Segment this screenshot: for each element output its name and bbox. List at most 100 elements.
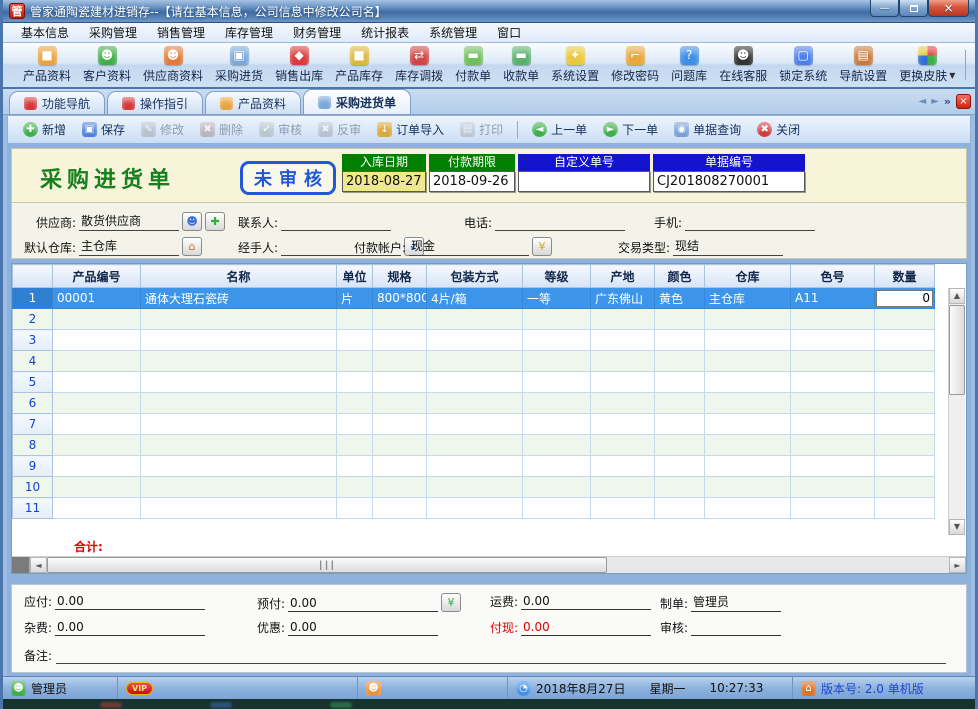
cell-origin[interactable]: [591, 498, 655, 519]
scroll-right-icon[interactable]: ►: [949, 557, 966, 573]
cell-grade[interactable]: [523, 435, 591, 456]
cell-color-no[interactable]: [791, 414, 875, 435]
cell-qty[interactable]: [875, 372, 935, 393]
people-picker-icon[interactable]: ☻: [182, 212, 202, 231]
cell-unit[interactable]: [337, 393, 373, 414]
grid-empty-row[interactable]: 6: [13, 393, 935, 414]
toolbar-button-customer-info[interactable]: ☻客户资料: [77, 44, 137, 86]
cell-qty[interactable]: [875, 456, 935, 477]
cell-color[interactable]: [655, 309, 705, 330]
doc-button-close[interactable]: ✖关闭: [750, 118, 807, 141]
grid-row[interactable]: 100001通体大理石瓷砖片800*8004片/箱一等广东佛山黄色主仓库A110: [13, 288, 935, 309]
cell-packing[interactable]: [427, 351, 523, 372]
vscroll-thumb[interactable]: [949, 305, 965, 395]
cell-origin[interactable]: [591, 393, 655, 414]
account-picker-icon[interactable]: ¥: [532, 237, 552, 256]
cell-code[interactable]: [53, 309, 141, 330]
tab-guide[interactable]: 操作指引: [107, 91, 203, 114]
cell-warehouse[interactable]: [705, 351, 791, 372]
cell-color[interactable]: [655, 498, 705, 519]
cell-color[interactable]: 黄色: [655, 288, 705, 309]
cell-unit[interactable]: [337, 351, 373, 372]
menu-item-purchase-mgmt[interactable]: 采购管理: [79, 22, 147, 43]
cell-origin[interactable]: [591, 372, 655, 393]
cell-origin[interactable]: [591, 414, 655, 435]
cell-spec[interactable]: [373, 330, 427, 351]
header-field-value-bill-no[interactable]: CJ201808270001: [653, 171, 805, 192]
footer-input-freight[interactable]: 0.00: [521, 594, 651, 610]
column-header-spec[interactable]: 规格: [373, 265, 427, 288]
cell-name[interactable]: [141, 309, 337, 330]
doc-button-prev[interactable]: ◄上一单: [525, 118, 594, 141]
cell-name[interactable]: [141, 435, 337, 456]
tab-scroll-right-icon[interactable]: ►: [931, 96, 939, 107]
toolbar-button-purchase-in[interactable]: ▣采购进货: [209, 44, 269, 86]
cell-color[interactable]: [655, 372, 705, 393]
cell-origin[interactable]: 广东佛山: [591, 288, 655, 309]
grid-empty-row[interactable]: 2: [13, 309, 935, 330]
cell-origin[interactable]: [591, 309, 655, 330]
cell-unit[interactable]: [337, 372, 373, 393]
toolbar-button-supplier-info[interactable]: ☻供应商资料: [137, 44, 209, 86]
doc-button-import-order[interactable]: ↓订单导入: [370, 118, 451, 141]
cell-name[interactable]: [141, 351, 337, 372]
toolbar-button-lock-system[interactable]: ▢锁定系统: [773, 44, 833, 86]
cell-origin[interactable]: [591, 477, 655, 498]
footer-input-payable[interactable]: 0.00: [55, 594, 205, 610]
toolbar-button-nav-settings[interactable]: ▤导航设置: [833, 44, 893, 86]
cell-warehouse[interactable]: [705, 477, 791, 498]
cell-code[interactable]: 00001: [53, 288, 141, 309]
cell-code[interactable]: [53, 477, 141, 498]
menu-item-inventory-mgmt[interactable]: 库存管理: [215, 22, 283, 43]
cell-warehouse[interactable]: [705, 435, 791, 456]
toolbar-button-sales-out[interactable]: ◆销售出库: [269, 44, 329, 86]
cell-qty[interactable]: [875, 477, 935, 498]
toolbar-button-receipt-bill[interactable]: ▬收款单: [497, 44, 545, 86]
cell-origin[interactable]: [591, 330, 655, 351]
cell-name[interactable]: [141, 477, 337, 498]
cell-qty[interactable]: [875, 435, 935, 456]
maximize-button[interactable]: [899, 0, 928, 17]
cell-grade[interactable]: [523, 393, 591, 414]
grid-empty-row[interactable]: 9: [13, 456, 935, 477]
field-input-warehouse[interactable]: 主仓库: [79, 237, 179, 256]
column-header-grade[interactable]: 等级: [523, 265, 591, 288]
cell-packing[interactable]: [427, 330, 523, 351]
footer-input-prepaid[interactable]: 0.00: [288, 596, 438, 612]
column-header-unit[interactable]: 单位: [337, 265, 373, 288]
cell-code[interactable]: [53, 372, 141, 393]
cell-packing[interactable]: 4片/箱: [427, 288, 523, 309]
toolbar-button-system-settings[interactable]: ✦系统设置: [545, 44, 605, 86]
cell-warehouse[interactable]: [705, 309, 791, 330]
cell-color-no[interactable]: [791, 435, 875, 456]
column-header-qty[interactable]: 数量: [875, 265, 935, 288]
field-input-mobile[interactable]: [685, 215, 815, 231]
cell-spec[interactable]: [373, 351, 427, 372]
cell-grade[interactable]: [523, 330, 591, 351]
doc-button-query[interactable]: ◉单据查询: [667, 118, 748, 141]
toolbar-button-stock-transfer[interactable]: ⇄库存调拨: [389, 44, 449, 86]
cell-origin[interactable]: [591, 351, 655, 372]
cell-grade[interactable]: [523, 498, 591, 519]
column-header-color[interactable]: 颜色: [655, 265, 705, 288]
column-header-code[interactable]: 产品编号: [53, 265, 141, 288]
cell-color-no[interactable]: [791, 477, 875, 498]
cell-color-no[interactable]: [791, 498, 875, 519]
minimize-button[interactable]: —: [870, 0, 899, 17]
grid-empty-row[interactable]: 3: [13, 330, 935, 351]
quantity-editor[interactable]: 0: [876, 290, 933, 307]
cell-color[interactable]: [655, 393, 705, 414]
cell-grade[interactable]: 一等: [523, 288, 591, 309]
cell-packing[interactable]: [427, 498, 523, 519]
cell-unit[interactable]: 片: [337, 288, 373, 309]
vertical-scrollbar[interactable]: ▲ ▼: [948, 288, 965, 535]
field-input-account[interactable]: 现金: [409, 237, 529, 256]
cell-packing[interactable]: [427, 393, 523, 414]
cell-name[interactable]: [141, 414, 337, 435]
cell-unit[interactable]: [337, 330, 373, 351]
cell-color-no[interactable]: [791, 309, 875, 330]
add-supplier-icon[interactable]: ✚: [205, 212, 225, 231]
field-input-trade[interactable]: 现结: [673, 237, 783, 256]
grid-empty-row[interactable]: 11: [13, 498, 935, 519]
toolbar-button-change-password[interactable]: ⌐修改密码: [605, 44, 665, 86]
